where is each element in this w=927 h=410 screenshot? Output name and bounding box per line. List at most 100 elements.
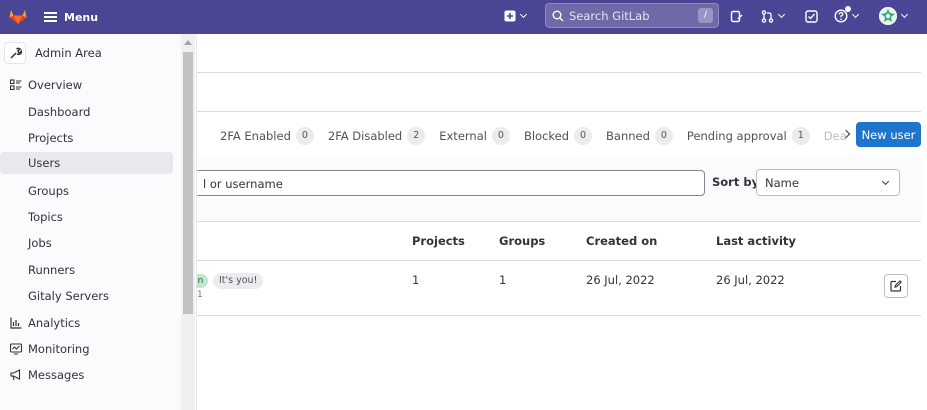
sidebar-item-label: Users (28, 156, 61, 170)
admin-sidebar: Admin Area Overview Dashboard Projects U… (0, 34, 197, 410)
menu-button[interactable]: Menu (44, 7, 98, 27)
search-box[interactable]: / (545, 3, 719, 28)
divider (197, 260, 921, 261)
edit-user-button[interactable] (884, 274, 908, 298)
todo-check-icon (805, 9, 818, 23)
divider (197, 221, 921, 222)
cell-projects: 1 (412, 273, 420, 287)
tab-label: Pending approval (686, 129, 787, 143)
search-input[interactable] (569, 8, 689, 23)
sidebar-item-label: Jobs (28, 236, 52, 250)
sidebar-item-label: Messages (28, 368, 85, 382)
chevron-down-icon (900, 10, 909, 19)
sidebar-item-label: Analytics (28, 316, 81, 330)
scrollbar-thumb[interactable] (183, 52, 193, 314)
avatar (879, 7, 897, 25)
merge-requests-dropdown[interactable] (761, 8, 786, 24)
tab-count-badge: 0 (491, 127, 510, 145)
gitlab-logo[interactable] (8, 6, 28, 26)
sidebar-item-label: Dashboard (28, 105, 91, 119)
divider (197, 315, 921, 316)
admin-wrench-icon (4, 42, 26, 64)
tab-external[interactable]: External 0 (439, 127, 510, 145)
user-menu[interactable] (879, 7, 909, 25)
tab-count-badge: 0 (654, 127, 673, 145)
column-header-last-activity: Last activity (716, 234, 796, 248)
column-header-created-on: Created on (586, 234, 658, 248)
tab-banned[interactable]: Banned 0 (606, 127, 673, 145)
search-icon (552, 10, 564, 21)
sidebar-item-label: Monitoring (28, 342, 90, 356)
sidebar-item-label: Topics (28, 210, 63, 224)
messages-icon (9, 369, 22, 382)
tab-label: Blocked (523, 129, 570, 143)
tab-label: 2FA Disabled (327, 129, 403, 143)
hamburger-icon (44, 12, 57, 22)
edit-icon (890, 280, 902, 292)
sidebar-item-topics[interactable]: Topics (0, 206, 173, 228)
tab-label: External (439, 129, 487, 143)
tab-label: Banned (606, 129, 650, 143)
monitoring-icon (9, 343, 22, 356)
issues-button[interactable] (730, 8, 743, 24)
notification-dot (845, 6, 851, 12)
sidebar-item-groups[interactable]: Groups (0, 180, 173, 202)
sidebar-item-label: Overview (28, 78, 83, 92)
search-shortcut-key: / (698, 8, 713, 23)
tab-2fa-disabled[interactable]: 2FA Disabled 2 (327, 127, 426, 145)
sidebar-item-label: Projects (28, 131, 74, 145)
column-header-projects: Projects (412, 234, 465, 248)
chevron-down-icon (881, 177, 890, 186)
cell-created-on: 26 Jul, 2022 (586, 273, 655, 287)
merge-request-icon (761, 9, 774, 23)
sidebar-item-label: Groups (28, 184, 70, 198)
tab-count-badge: 0 (574, 127, 593, 145)
tab-pending-approval[interactable]: Pending approval 1 (687, 127, 810, 145)
sort-select[interactable]: Name (756, 169, 900, 196)
sidebar-item-messages[interactable]: Messages (0, 364, 173, 386)
cell-groups: 1 (499, 273, 507, 287)
sidebar-item-label: Gitaly Servers (28, 289, 110, 303)
tab-count-badge: 2 (407, 127, 426, 145)
new-user-button[interactable]: New user (856, 122, 921, 147)
sidebar-item-label: Runners (28, 263, 76, 277)
column-header-groups: Groups (499, 234, 546, 248)
search-users-input[interactable]: l or username (180, 170, 705, 196)
cell-last-activity: 26 Jul, 2022 (716, 273, 785, 287)
issues-icon (730, 10, 743, 22)
tab-blocked[interactable]: Blocked 0 (523, 127, 593, 145)
user-filter-tabs: 2FA Enabled 0 2FA Disabled 2 External 0 … (197, 118, 861, 154)
menu-label: Menu (64, 10, 99, 24)
tab-count-badge: 0 (295, 127, 314, 145)
chevron-down-icon (777, 10, 786, 19)
divider (197, 111, 921, 112)
sidebar-item-runners[interactable]: Runners (0, 259, 173, 281)
sidebar-item-dashboard[interactable]: Dashboard (0, 101, 173, 123)
sidebar-item-analytics[interactable]: Analytics (0, 312, 173, 334)
overview-icon (9, 79, 22, 92)
sidebar-item-gitaly-servers[interactable]: Gitaly Servers (0, 285, 173, 307)
sidebar-item-jobs[interactable]: Jobs (0, 232, 173, 254)
user-subtext: 1 (197, 290, 203, 300)
top-bar: Menu / (0, 0, 927, 34)
divider (197, 72, 921, 73)
tab-2fa-enabled[interactable]: 2FA Enabled 0 (220, 127, 314, 145)
its-you-badge: It's you! (213, 273, 264, 289)
tab-label: 2FA Enabled (220, 129, 291, 143)
scroll-up-arrow[interactable] (184, 40, 192, 45)
sidebar-item-monitoring[interactable]: Monitoring (0, 338, 173, 360)
plus-square-icon (504, 10, 516, 22)
sidebar-header[interactable]: Admin Area (4, 42, 102, 64)
analytics-icon (9, 317, 22, 330)
sort-by-label: Sort by (712, 175, 760, 189)
sort-select-value: Name (765, 176, 799, 190)
chevron-down-icon (851, 10, 860, 19)
sidebar-item-projects[interactable]: Projects (0, 127, 173, 149)
chevron-down-icon (519, 10, 528, 19)
sidebar-title: Admin Area (35, 46, 102, 60)
sidebar-item-users[interactable]: Users (0, 152, 173, 174)
todos-button[interactable] (805, 8, 818, 24)
sidebar-item-overview[interactable]: Overview (0, 74, 173, 96)
tab-count-badge: 1 (791, 127, 810, 145)
create-new-dropdown[interactable] (504, 8, 528, 24)
